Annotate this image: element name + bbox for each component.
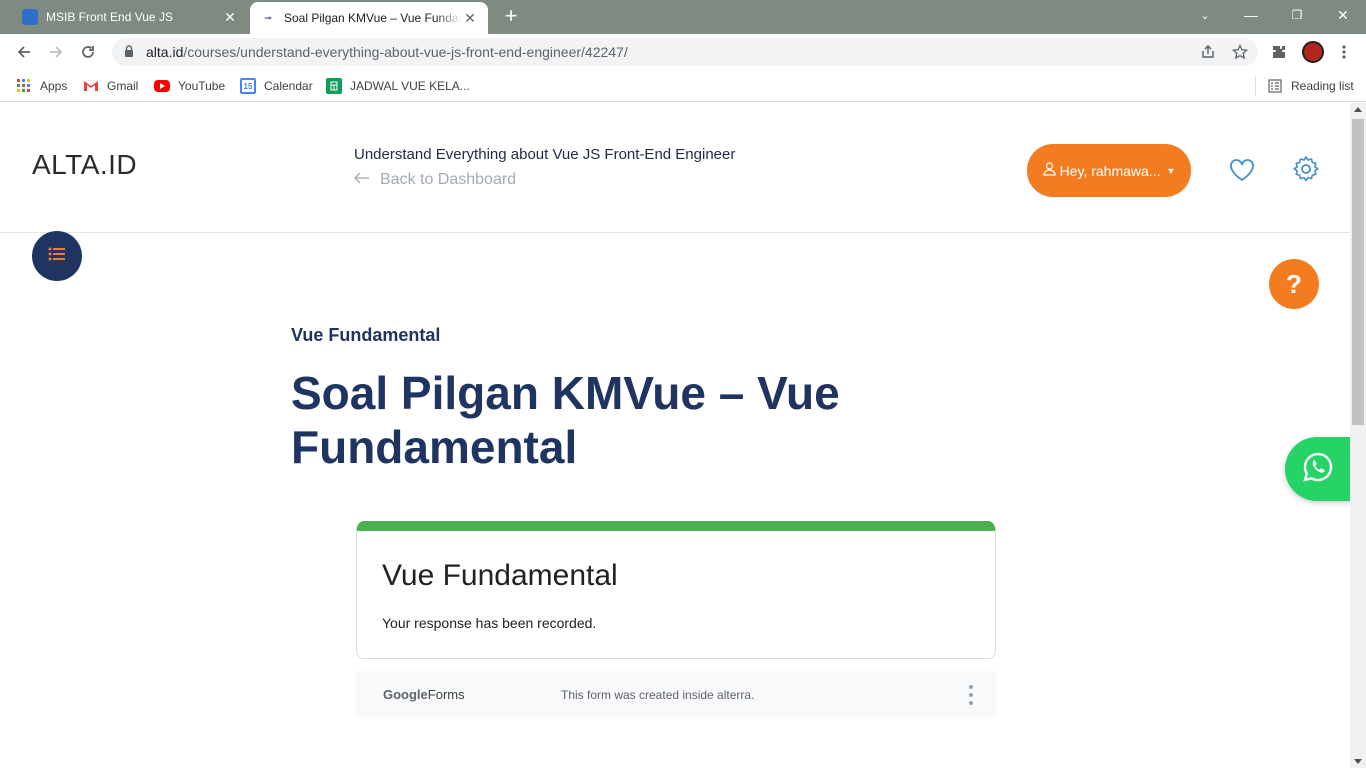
address-bar[interactable]: alta.id/courses/understand-everything-ab… (112, 38, 1258, 66)
chrome-menu-icon[interactable] (1335, 44, 1353, 62)
bookmark-gmail[interactable]: Gmail (83, 76, 138, 96)
share-icon[interactable] (1199, 44, 1217, 62)
bookmark-jadwal[interactable]: JADWAL VUE KELA... (326, 76, 470, 96)
form-footer-note: This form was created inside alterra. (561, 688, 755, 702)
close-window-icon[interactable]: ✕ (1320, 0, 1366, 30)
form-confirmation-message: Your response has been recorded. (382, 615, 597, 631)
bookmark-star-icon[interactable] (1231, 43, 1249, 62)
new-tab-icon[interactable]: + (500, 5, 522, 28)
reload-icon[interactable] (76, 40, 100, 64)
gmail-icon (83, 78, 99, 94)
forward-arrow-icon[interactable] (44, 40, 68, 64)
reading-list-label: Reading list (1291, 79, 1354, 93)
bookmark-calendar[interactable]: 15 Calendar (240, 76, 313, 96)
caret-down-icon: ▼ (1166, 165, 1176, 176)
youtube-icon (154, 80, 170, 92)
page-viewport: ALTA.ID Understand Everything about Vue … (0, 103, 1350, 768)
bookmark-label: Gmail (107, 79, 139, 93)
lesson-section-label: Vue Fundamental (291, 325, 441, 345)
scrollbar-thumb[interactable] (1352, 119, 1364, 425)
bookmark-label: JADWAL VUE KELA... (350, 79, 470, 93)
tab-close-icon[interactable]: ✕ (222, 9, 238, 25)
site-logo[interactable]: ALTA.ID (32, 149, 137, 181)
tab-msib[interactable]: MSIB Front End Vue JS ✕ (12, 0, 248, 34)
lesson-list-button[interactable] (32, 231, 82, 281)
lock-icon (124, 44, 138, 60)
user-greeting: Hey, rahmawa... (1059, 162, 1161, 179)
google-forms-logo[interactable]: GoogleForms (383, 687, 465, 702)
tab-soal-pilgan[interactable]: ➟ Soal Pilgan KMVue – Vue Fundamental ✕ (250, 2, 488, 34)
user-menu-button[interactable]: Hey, rahmawa... ▼ (1027, 144, 1191, 197)
bookmark-apps[interactable]: Apps (16, 76, 67, 96)
gear-icon[interactable] (1292, 155, 1320, 183)
bookmarks-divider (1255, 76, 1256, 96)
back-to-dashboard-link[interactable]: Back to Dashboard (354, 171, 516, 189)
reading-list-icon (1267, 78, 1283, 94)
user-icon (1042, 162, 1056, 179)
google-forms-footer: GoogleForms This form was created inside… (356, 671, 996, 719)
url-path: /courses/understand-everything-about-vue… (183, 44, 628, 60)
site-header: ALTA.ID Understand Everything about Vue … (0, 103, 1350, 233)
lesson-title: Soal Pilgan KMVue – Vue Fundamental (291, 367, 840, 473)
minimize-icon[interactable]: — (1228, 0, 1274, 30)
google-wordmark: Google (383, 687, 428, 702)
profile-avatar[interactable] (1302, 41, 1324, 63)
bookmark-label: YouTube (178, 79, 226, 93)
msib-favicon-icon (22, 9, 38, 25)
back-link-label: Back to Dashboard (380, 171, 517, 188)
bookmarks-bar: Apps Gmail YouTube 15 Calendar JADWAL VU… (0, 70, 1366, 102)
apps-grid-icon (16, 78, 32, 94)
arrow-left-icon (354, 171, 370, 189)
more-options-icon[interactable] (968, 685, 974, 705)
sheets-icon (326, 78, 342, 94)
tab-search-icon[interactable]: ⌄ (1182, 0, 1228, 30)
form-color-band (357, 521, 995, 531)
bookmark-label: Apps (40, 79, 68, 93)
bookmark-label: Calendar (264, 79, 313, 93)
url-host: alta.id (146, 44, 184, 60)
tab-strip: MSIB Front End Vue JS ✕ ➟ Soal Pilgan KM… (0, 0, 1366, 34)
reading-list-button[interactable]: Reading list (1267, 76, 1354, 96)
scroll-down-icon[interactable] (1354, 759, 1362, 764)
whatsapp-icon (1302, 451, 1334, 488)
window-controls: ⌄ — ❐ ✕ (1182, 0, 1366, 34)
tab-title: MSIB Front End Vue JS (46, 10, 173, 24)
bookmark-youtube[interactable]: YouTube (154, 76, 225, 96)
list-icon (48, 247, 66, 266)
calendar-icon: 15 (240, 78, 256, 94)
google-form-card: Vue Fundamental Your response has been r… (356, 521, 996, 659)
alta-favicon-icon: ➟ (263, 12, 273, 24)
forms-wordmark: Forms (427, 687, 465, 702)
whatsapp-button[interactable] (1285, 437, 1350, 501)
extensions-icon[interactable] (1270, 44, 1288, 62)
scroll-up-icon[interactable] (1354, 107, 1362, 112)
heart-icon[interactable] (1228, 156, 1256, 184)
restore-icon[interactable]: ❐ (1274, 0, 1320, 30)
page-scrollbar[interactable] (1350, 103, 1366, 768)
form-title: Vue Fundamental (382, 559, 618, 592)
tab-close-icon[interactable]: ✕ (462, 10, 478, 26)
help-button[interactable]: ? (1269, 259, 1319, 309)
tab-title: Soal Pilgan KMVue – Vue Fundamental (284, 11, 462, 25)
course-title: Understand Everything about Vue JS Front… (354, 146, 736, 163)
back-arrow-icon[interactable] (12, 40, 36, 64)
browser-toolbar: alta.id/courses/understand-everything-ab… (0, 34, 1366, 70)
